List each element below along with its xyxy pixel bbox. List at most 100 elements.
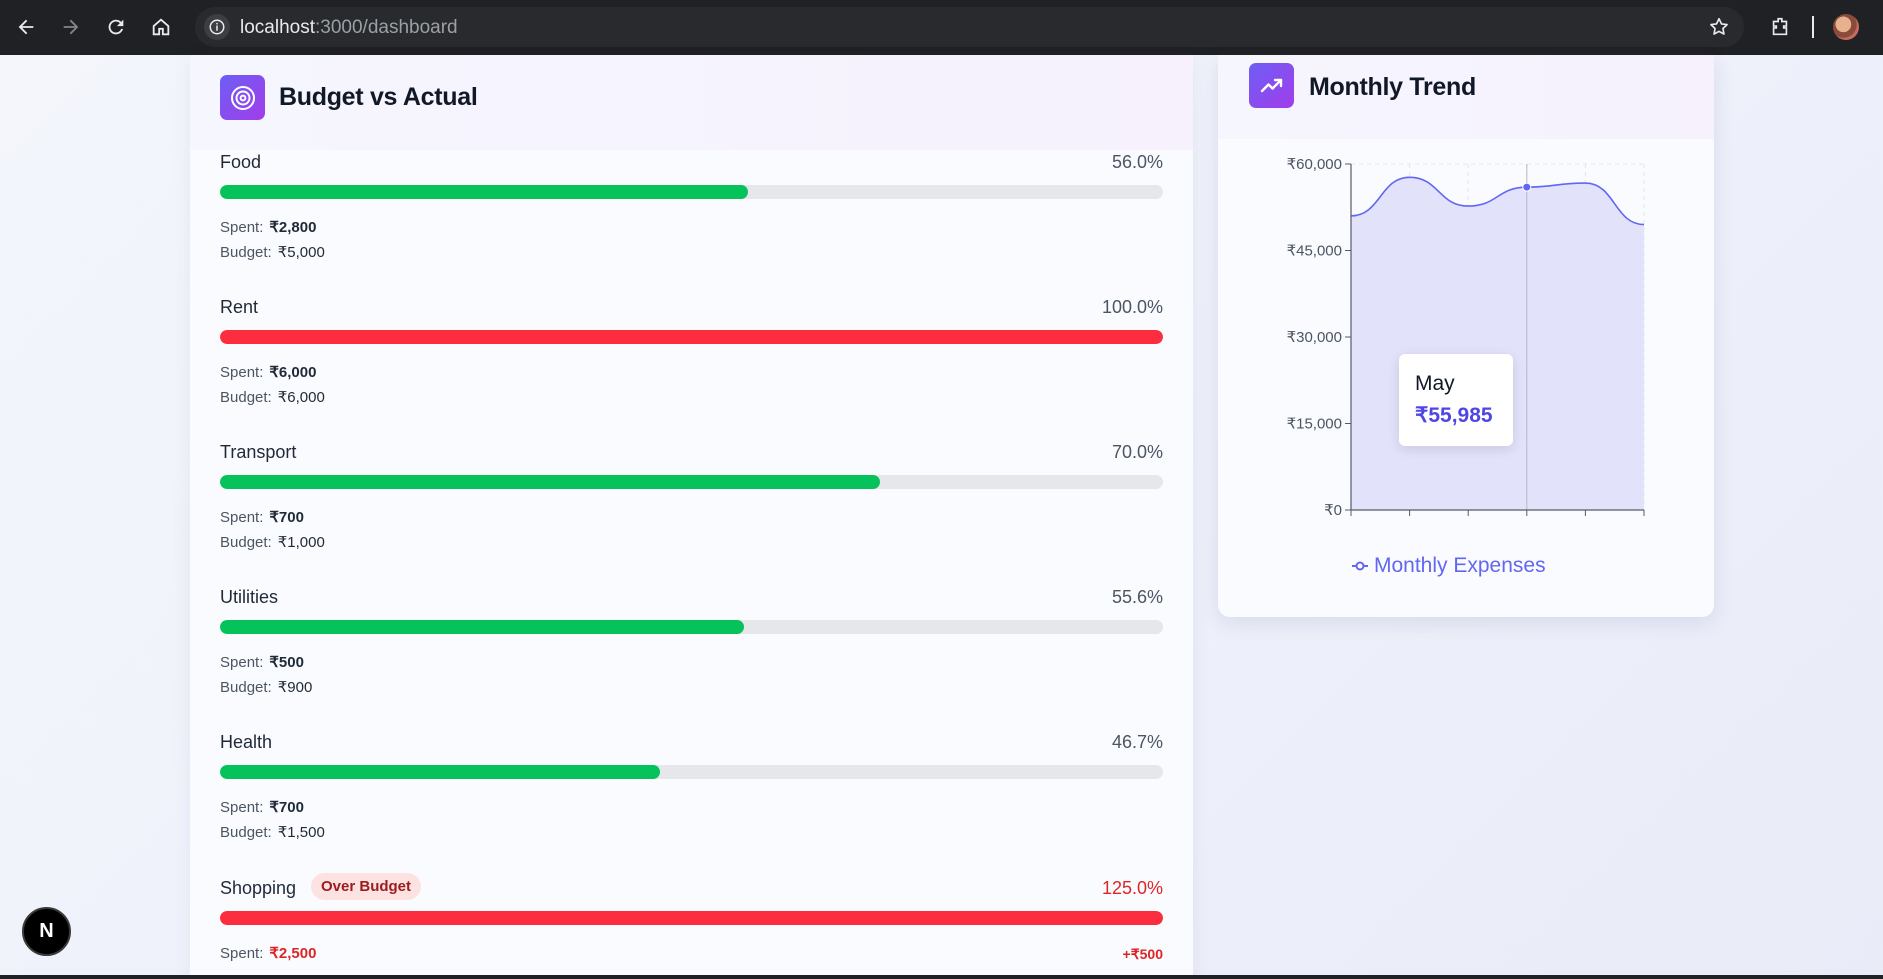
browser-toolbar: localhost:3000/dashboard <box>0 0 1883 55</box>
progress-fill <box>220 185 749 199</box>
category-name: Rent <box>220 297 259 317</box>
budget-value: ₹900 <box>277 679 313 696</box>
bookmark-star-icon[interactable] <box>1706 14 1732 40</box>
home-icon[interactable] <box>147 13 175 41</box>
x-tick-label: Jul <box>1634 518 1653 519</box>
budget-value: ₹5,000 <box>277 244 325 261</box>
category-percent: 46.7% <box>1111 732 1163 752</box>
spent-label: Spent: <box>220 654 264 671</box>
budget-label: Budget: <box>220 534 272 551</box>
tooltip-value: ₹55,985 <box>1415 404 1493 427</box>
trend-card-title: Monthly Trend <box>1309 73 1476 101</box>
legend-line-icon <box>1352 561 1368 571</box>
y-tick-label: ₹45,000 <box>1287 243 1342 260</box>
budget-line: Budget: ₹6,000 <box>220 388 325 406</box>
progress-track <box>220 765 1163 779</box>
budget-line: Budget: ₹5,000 <box>220 243 325 261</box>
category-percent: 56.0% <box>1111 152 1163 172</box>
address-url[interactable]: localhost:3000/dashboard <box>240 17 458 39</box>
category-name: Shopping <box>220 878 297 898</box>
progress-track <box>220 475 1163 489</box>
spent-value: ₹700 <box>269 799 304 816</box>
chart-tooltip: May ₹55,985 <box>1399 354 1513 446</box>
spent-value: ₹6,000 <box>269 364 317 381</box>
spent-label: Spent: <box>220 219 264 236</box>
trend-card-header: Monthly Trend <box>1218 55 1714 139</box>
address-bar[interactable]: localhost:3000/dashboard <box>195 7 1744 47</box>
toolbar-divider <box>1812 16 1814 38</box>
budget-label: Budget: <box>220 824 272 841</box>
budget-line: Budget: ₹900 <box>220 678 312 696</box>
x-tick-label: Mar <box>1397 518 1423 519</box>
progress-fill <box>220 330 1163 344</box>
nextjs-devtools-button[interactable]: N <box>22 907 71 956</box>
trending-up-icon <box>1249 63 1294 108</box>
over-budget-badge: Over Budget <box>311 873 422 900</box>
x-tick-label: Feb <box>1338 518 1364 519</box>
spent-line: Spent: ₹500 <box>220 653 304 671</box>
progress-fill <box>220 475 881 489</box>
target-icon <box>220 75 265 120</box>
budget-label: Budget: <box>220 389 272 406</box>
spent-label: Spent: <box>220 364 264 381</box>
y-tick-label: ₹0 <box>1324 502 1342 519</box>
spent-line: Spent: ₹700 <box>220 798 304 816</box>
monthly-trend-chart[interactable]: ₹0 ₹15,000 ₹30,000 ₹45,000 ₹60,000 Feb Mar Apr M… <box>1218 139 1714 519</box>
budget-value: ₹1,500 <box>277 824 325 841</box>
monthly-trend-card: Monthly Trend ₹0 ₹15,000 ₹30,000 ₹45,000 ₹60… <box>1218 55 1714 617</box>
budget-value: ₹6,000 <box>277 389 325 406</box>
progress-track <box>220 330 1163 344</box>
y-tick-label: ₹60,000 <box>1287 156 1342 173</box>
progress-fill <box>220 765 661 779</box>
overage-amount: +₹500 <box>1122 946 1163 962</box>
category-name: Food <box>220 152 262 172</box>
progress-track <box>220 911 1163 925</box>
legend-label: Monthly Expenses <box>1374 554 1546 577</box>
back-icon[interactable] <box>12 13 40 41</box>
category-percent: 100.0% <box>1101 297 1163 317</box>
category-percent: 70.0% <box>1111 442 1163 462</box>
budget-line: Budget: ₹1,500 <box>220 823 325 841</box>
budget-line: Budget: ₹1,000 <box>220 533 325 551</box>
budget-card-header: Budget vs Actual <box>190 55 1193 150</box>
budget-label: Budget: <box>220 244 272 261</box>
x-tick-label: May <box>1513 518 1542 519</box>
tooltip-label: May <box>1415 372 1455 395</box>
category-percent: 55.6% <box>1111 587 1163 607</box>
chart-legend[interactable]: Monthly Expenses <box>1352 554 1546 578</box>
budget-vs-actual-card: Budget vs Actual Food 56.0% Spent: ₹2,800 Bu… <box>190 55 1193 979</box>
url-path: :3000/dashboard <box>315 17 458 38</box>
category-name: Health <box>220 732 273 752</box>
active-data-point <box>1522 182 1532 192</box>
spent-line: Spent: ₹2,800 <box>220 218 316 236</box>
extensions-puzzle-icon[interactable] <box>1766 13 1794 41</box>
forward-icon[interactable] <box>57 13 85 41</box>
budget-card-title: Budget vs Actual <box>279 83 478 111</box>
x-tick-label: Jun <box>1573 518 1597 519</box>
y-tick-label: ₹15,000 <box>1287 416 1342 433</box>
category-name: Utilities <box>220 587 279 607</box>
x-tick-label: Apr <box>1457 518 1480 519</box>
progress-track <box>220 620 1163 634</box>
budget-label: Budget: <box>220 679 272 696</box>
progress-fill <box>220 620 745 634</box>
url-host: localhost <box>240 17 315 38</box>
spent-label: Spent: <box>220 509 264 526</box>
spent-line: Spent: ₹6,000 <box>220 363 316 381</box>
spent-label: Spent: <box>220 945 264 962</box>
category-name: Transport <box>220 442 297 462</box>
taskbar-edge <box>0 975 1883 979</box>
area-fill <box>1351 177 1644 510</box>
budget-value: ₹1,000 <box>277 534 325 551</box>
reload-icon[interactable] <box>102 13 130 41</box>
profile-avatar[interactable] <box>1833 14 1859 40</box>
spent-value: ₹500 <box>269 654 304 671</box>
spent-line: Spent: ₹2,500 <box>220 944 316 962</box>
spent-value: ₹700 <box>269 509 304 526</box>
spent-label: Spent: <box>220 799 264 816</box>
y-tick-label: ₹30,000 <box>1287 329 1342 346</box>
spent-line: Spent: ₹700 <box>220 508 304 526</box>
spent-value: ₹2,800 <box>269 219 317 236</box>
site-info-icon[interactable] <box>204 14 230 40</box>
spent-value: ₹2,500 <box>269 945 317 962</box>
